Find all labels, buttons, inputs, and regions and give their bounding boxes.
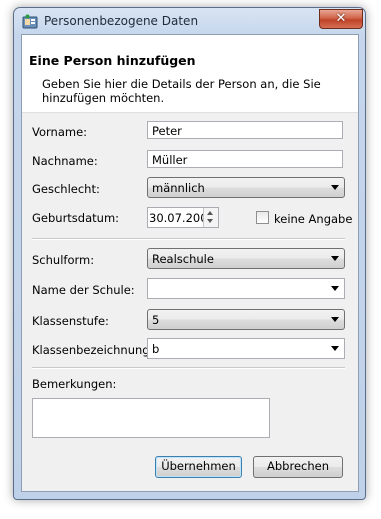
chevron-down-icon bbox=[331, 256, 339, 261]
nachname-label: Nachname: bbox=[32, 154, 98, 168]
spin-up-icon[interactable] bbox=[207, 211, 213, 215]
geschlecht-label: Geschlecht: bbox=[32, 182, 100, 196]
geburtsdatum-label: Geburtsdatum: bbox=[32, 211, 120, 225]
title-bar[interactable]: Personenbezogene Daten ✕ bbox=[14, 8, 365, 35]
date-spinner[interactable] bbox=[203, 208, 218, 227]
schulform-value: Realschule bbox=[152, 252, 214, 266]
klassenstufe-value: 5 bbox=[152, 313, 160, 327]
vorname-input[interactable]: Peter bbox=[147, 121, 343, 139]
schulform-select[interactable]: Realschule bbox=[147, 248, 345, 269]
app-icon bbox=[22, 14, 38, 29]
geschlecht-select[interactable]: männlich bbox=[147, 177, 345, 198]
klassenstufe-select[interactable]: 5 bbox=[147, 309, 345, 330]
geschlecht-value: männlich bbox=[152, 181, 205, 195]
klassenstufe-label: Klassenstufe: bbox=[32, 314, 109, 328]
schulform-label: Schulform: bbox=[32, 253, 95, 267]
separator bbox=[32, 238, 345, 240]
vorname-label: Vorname: bbox=[32, 125, 88, 139]
close-button[interactable]: ✕ bbox=[319, 9, 363, 29]
separator bbox=[32, 367, 345, 369]
header-description: Geben Sie hier die Details der Person an… bbox=[42, 77, 321, 105]
nachname-input[interactable]: Müller bbox=[147, 150, 343, 168]
klassenbezeichnung-combobox[interactable]: b bbox=[147, 338, 345, 359]
geburtsdatum-date-picker[interactable]: 30.07.2005 bbox=[147, 207, 219, 228]
spin-down-icon[interactable] bbox=[207, 219, 213, 223]
abbrechen-button[interactable]: Abbrechen bbox=[253, 456, 343, 478]
close-icon: ✕ bbox=[335, 11, 347, 26]
keine-angabe-label[interactable]: keine Angabe bbox=[274, 212, 352, 226]
dialog-header: Eine Person hinzufügen Geben Sie hier di… bbox=[22, 35, 358, 113]
chevron-down-icon bbox=[331, 185, 339, 190]
bemerkungen-textarea[interactable] bbox=[32, 398, 270, 438]
chevron-down-icon[interactable] bbox=[331, 346, 339, 351]
klassenbezeichnung-label: Klassenbezeichnung: bbox=[32, 343, 154, 357]
klassenbezeichnung-value: b bbox=[152, 342, 160, 356]
chevron-down-icon[interactable] bbox=[331, 286, 339, 291]
window-title: Personenbezogene Daten bbox=[44, 14, 199, 28]
keine-angabe-checkbox[interactable] bbox=[256, 211, 269, 224]
schule-label: Name der Schule: bbox=[32, 283, 135, 297]
chevron-down-icon bbox=[331, 317, 339, 322]
header-title: Eine Person hinzufügen bbox=[29, 53, 196, 68]
dialog-client-area: Eine Person hinzufügen Geben Sie hier di… bbox=[21, 34, 359, 492]
schule-combobox[interactable] bbox=[147, 278, 345, 299]
uebernehmen-button[interactable]: Übernehmen bbox=[155, 456, 242, 478]
bemerkungen-label: Bemerkungen: bbox=[32, 377, 117, 391]
